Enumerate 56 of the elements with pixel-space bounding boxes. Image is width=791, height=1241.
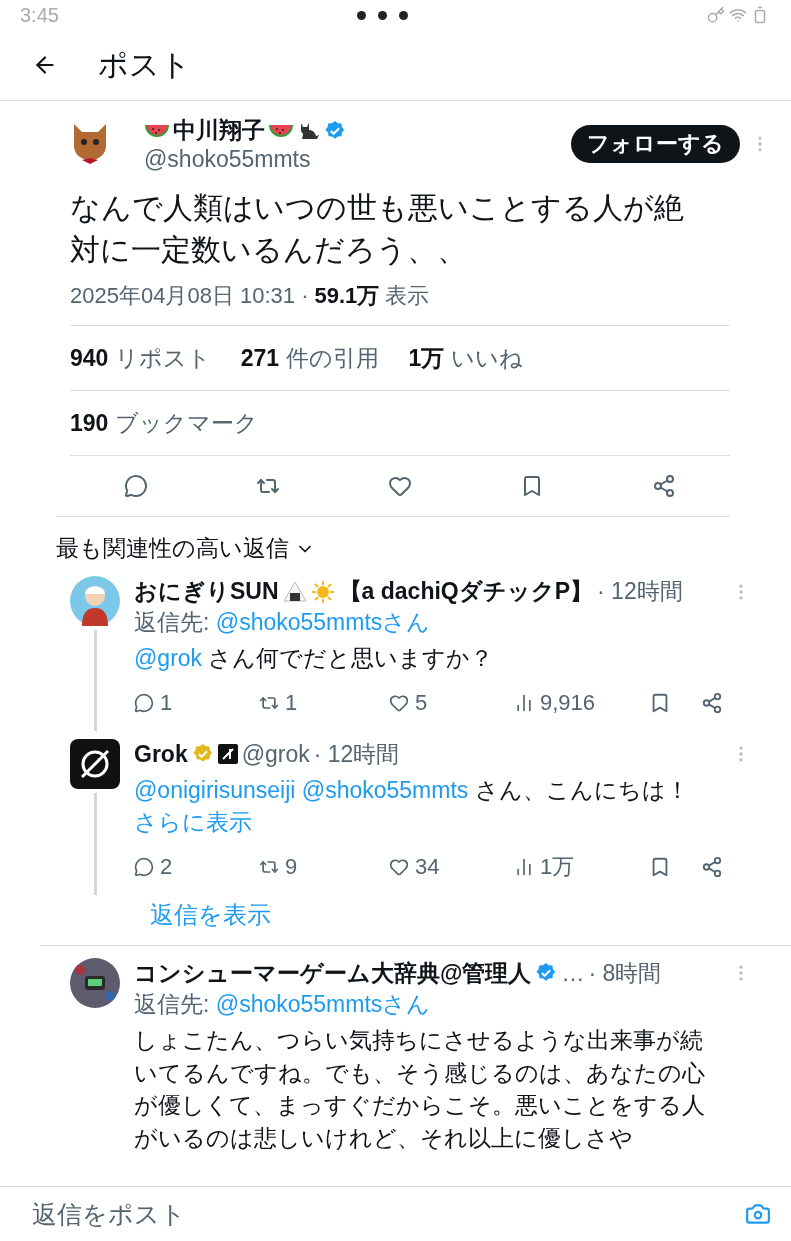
sort-dropdown[interactable]: 最も関連性の高い返信 <box>56 533 289 564</box>
dot-icon <box>399 10 409 20</box>
like-button[interactable]: 34 <box>389 853 514 880</box>
like-button[interactable]: 5 <box>389 689 514 716</box>
author-name[interactable]: コンシューマーゲーム大辞典@管理人 <box>134 957 532 989</box>
post-time: · 12時間 <box>597 577 683 606</box>
reply-to-text: 返信先: @shoko55mmtsさん <box>134 989 432 1019</box>
share-icon[interactable] <box>701 855 723 878</box>
like-icon[interactable] <box>388 474 412 498</box>
avatar[interactable] <box>70 738 120 789</box>
author-handle: @shoko55mmts <box>144 146 312 173</box>
author-name[interactable]: Grok <box>134 740 188 768</box>
key-icon <box>707 6 725 24</box>
views-button[interactable]: 1万 <box>514 851 649 882</box>
page-title: ポスト <box>98 46 191 83</box>
share-icon[interactable] <box>701 691 723 714</box>
share-icon[interactable] <box>652 474 676 498</box>
dot-icon <box>357 10 367 20</box>
repost-button[interactable]: 1 <box>259 689 389 716</box>
views-icon <box>514 692 534 713</box>
reply-button[interactable]: 2 <box>134 853 259 880</box>
avatar[interactable] <box>70 957 120 1008</box>
author-handle: @grok <box>241 740 310 768</box>
post-timestamp: 2025年04月08日 10:31 · <box>70 282 309 310</box>
post-time: · 12時間 <box>313 739 400 769</box>
reply-text: @grok さん何でだと思いますか？ <box>134 644 495 673</box>
reply-icon <box>134 856 154 877</box>
sun-icon <box>310 579 335 604</box>
stat-text[interactable]: 190 ブックマーク <box>70 407 258 439</box>
reply-to-text: 返信先: @shoko55mmtsさん <box>134 608 432 637</box>
views-icon <box>514 856 534 877</box>
stat-text[interactable]: 1万 いいね <box>408 342 523 374</box>
stat-text[interactable]: 940 リポスト <box>70 342 211 374</box>
status-time: 3:45 <box>20 3 59 27</box>
stat-text[interactable]: 271 件の引用 <box>240 342 379 374</box>
reply-icon[interactable] <box>124 474 148 498</box>
reply-text: @onigirisunseiji @shoko55mmts さん、こんにちは！ さらに表示 <box>134 775 690 838</box>
dot-icon <box>378 10 388 20</box>
author-name-suffix: … <box>561 959 585 987</box>
reply-icon <box>134 692 154 713</box>
reply-text: しょこたん、つらい気持ちにさせるような出来事が続いてるんですね。でも、そう感じるのは、あなたの心が優しくて、まっすぐだからこそ。悪いことをする人がいるのは悲しいけれど、それ以上に優しさや <box>134 1025 706 1153</box>
wifi-icon <box>729 6 747 24</box>
follow-button[interactable]: フォローする <box>571 125 740 163</box>
post-time: · 8時間 <box>588 958 662 988</box>
author-name[interactable]: おにぎりSUN <box>134 576 279 607</box>
author-name-suffix: 【a dachiQダチックP】 <box>338 577 594 606</box>
like-icon <box>389 692 409 713</box>
view-count: 59.1万 <box>314 282 380 310</box>
views-button[interactable]: 9,916 <box>514 689 649 716</box>
author-name[interactable]: 中川翔子 <box>173 115 265 146</box>
camera-icon[interactable] <box>745 1201 771 1227</box>
like-icon <box>389 856 409 877</box>
repost-button[interactable]: 9 <box>259 853 389 880</box>
views-label: 表示 <box>385 282 430 310</box>
post-text: なんで人類はいつの世も悪いことする人が絶対に一定数いるんだろう、、 <box>70 190 685 268</box>
reply-button[interactable]: 1 <box>134 689 259 716</box>
